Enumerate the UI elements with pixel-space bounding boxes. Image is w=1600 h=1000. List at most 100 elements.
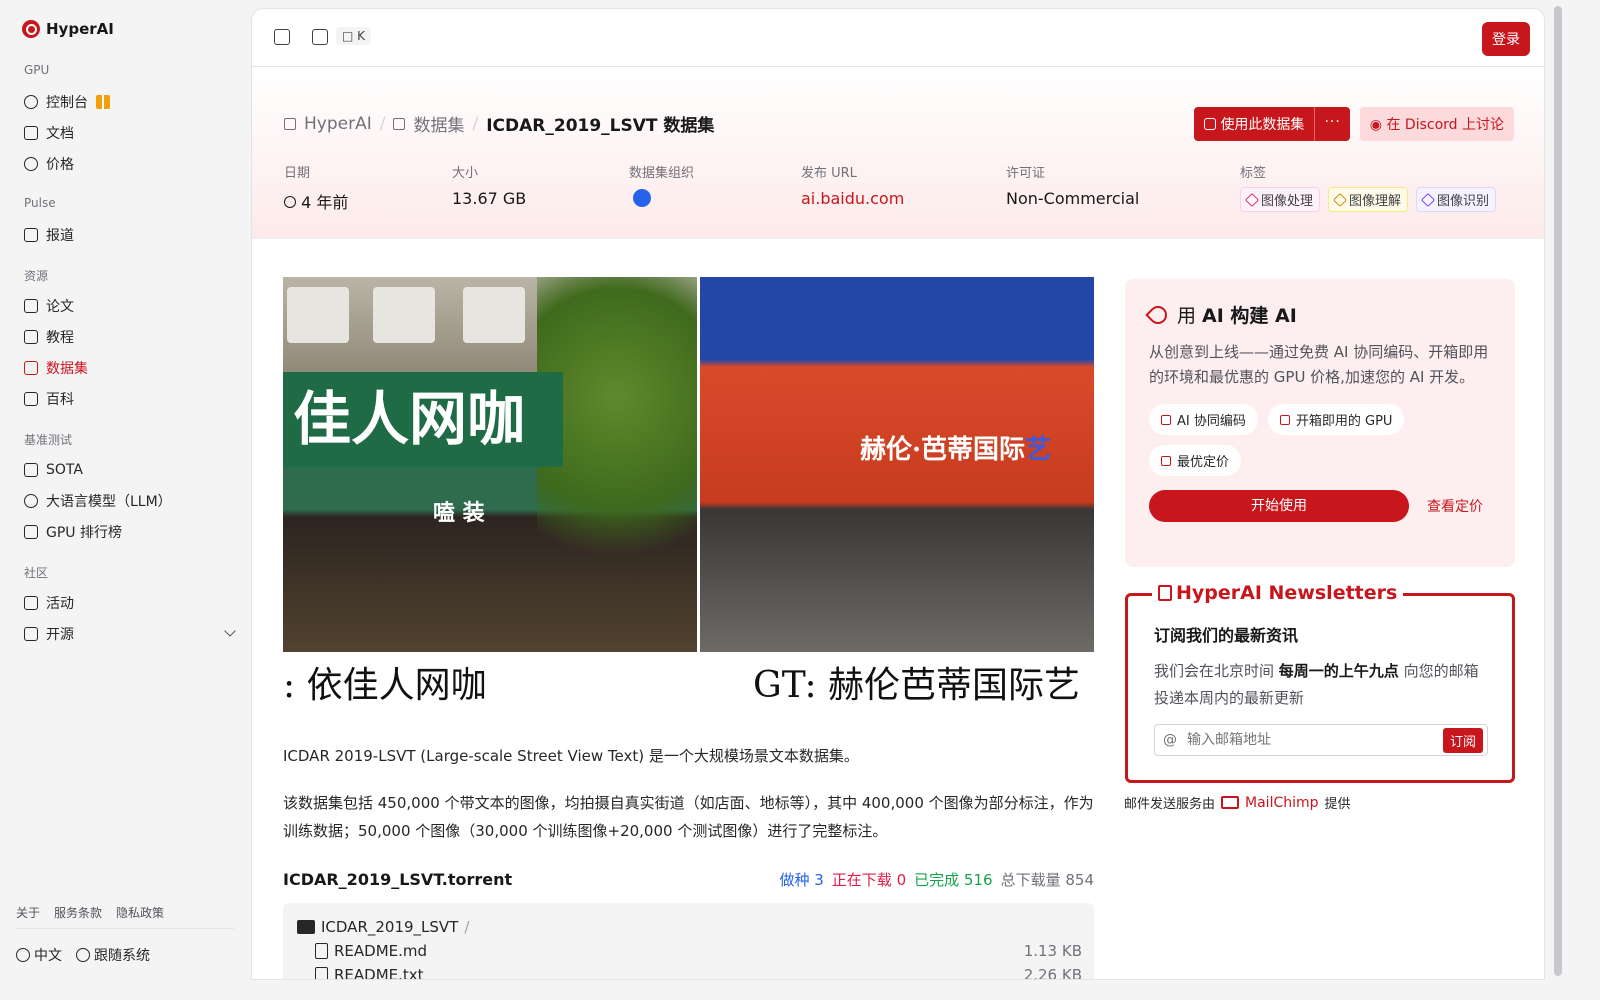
discord-button[interactable]: ◉ 在 Discord 上讨论 bbox=[1359, 107, 1514, 141]
file-tree: ICDAR_2019_LSVT / README.md 1.13 KB READM… bbox=[283, 903, 1094, 979]
promo-title-text: AI 构建 AI bbox=[1202, 305, 1297, 327]
sidebar-item-label: SOTA bbox=[46, 462, 83, 478]
about-link[interactable]: 关于 bbox=[16, 904, 40, 921]
tag-label: 图像处理 bbox=[1261, 194, 1314, 209]
home-icon bbox=[284, 117, 296, 130]
promo-title: 用 AI 构建 AI bbox=[1145, 301, 1491, 328]
sidebar-item-tutorials[interactable]: 教程 bbox=[24, 326, 234, 348]
sidebar-item-sota[interactable]: SOTA bbox=[24, 459, 234, 481]
promo-title-prefix: 用 bbox=[1177, 305, 1197, 327]
sidebar-item-news[interactable]: 报道 bbox=[24, 224, 234, 246]
file-name: README.md bbox=[334, 942, 428, 960]
air-conditioner-shape bbox=[287, 287, 349, 343]
path-slash: / bbox=[464, 918, 470, 936]
sidebar-item-papers[interactable]: 论文 bbox=[24, 295, 234, 317]
done-count: 516 bbox=[963, 871, 993, 889]
promo-description: 从创意到上线——通过免费 AI 协同编码、开箱即用的环境和最优惠的 GPU 价格… bbox=[1149, 343, 1489, 386]
sidebar-item-label: 文档 bbox=[46, 126, 74, 142]
sidebar-item-label: 百科 bbox=[46, 392, 74, 408]
sidebar-item-wiki[interactable]: 百科 bbox=[24, 388, 234, 410]
paper-icon bbox=[24, 299, 38, 313]
dataset-header: HyperAI / 数据集 / ICDAR_2019_LSVT 数据集 使用此数… bbox=[252, 67, 1544, 239]
dataset-sample-image: 佳人网咖 嗑 装 赫伦·芭蒂国际艺 : 依佳人网咖 GT: 赫伦芭蒂国际艺 bbox=[283, 277, 1094, 719]
sidebar-item-label: 教程 bbox=[46, 330, 74, 346]
subscribe-button[interactable]: 订阅 bbox=[1442, 727, 1483, 753]
downloading-label: 正在下载 bbox=[831, 871, 892, 889]
tag-image-processing[interactable]: 图像处理 bbox=[1240, 187, 1321, 212]
promo-actions: 开始使用 查看定价 bbox=[1149, 490, 1491, 522]
folder-icon bbox=[297, 920, 315, 934]
file-row[interactable]: README.md 1.13 KB bbox=[297, 939, 1082, 963]
sample-left-sign: 佳人网咖 bbox=[283, 372, 563, 467]
sidebar-item-llm[interactable]: 大语言模型（LLM） bbox=[24, 490, 234, 512]
mail-icon bbox=[1221, 796, 1240, 809]
meta-url-link[interactable]: ai.baidu.com bbox=[801, 189, 904, 208]
globe-icon bbox=[16, 948, 30, 962]
sidebar-item-console[interactable]: 控制台 bbox=[24, 91, 234, 113]
total-label: 总下载量 bbox=[1000, 871, 1061, 889]
breadcrumb-datasets[interactable]: 数据集 bbox=[413, 111, 464, 136]
rocket-small-icon bbox=[1161, 455, 1171, 466]
air-conditioner-shape bbox=[373, 287, 435, 343]
discord-label: 在 Discord 上讨论 bbox=[1386, 117, 1504, 133]
sample-left-subsign: 嗑 装 bbox=[433, 500, 485, 526]
breadcrumb-home[interactable]: HyperAI bbox=[304, 114, 372, 134]
breadcrumb-separator: / bbox=[472, 113, 479, 134]
login-button[interactable]: 登录 bbox=[1482, 22, 1530, 56]
rocket-icon bbox=[1145, 301, 1171, 328]
meta-date-label: 日期 bbox=[284, 166, 311, 181]
tag-icon bbox=[1420, 192, 1436, 207]
view-pricing-link[interactable]: 查看定价 bbox=[1427, 496, 1483, 516]
file-name-wrap: ICDAR_2019_LSVT / bbox=[297, 918, 469, 936]
use-dataset-button[interactable]: 使用此数据集 bbox=[1194, 107, 1316, 141]
newsletter-subtitle: 订阅我们的最新资讯 bbox=[1154, 626, 1299, 645]
use-dataset-group: 使用此数据集 ··· bbox=[1194, 107, 1350, 141]
app-logo[interactable]: HyperAI bbox=[22, 20, 114, 38]
file-row[interactable]: README.txt 2.26 KB bbox=[297, 963, 1082, 979]
hyperai-logo-icon bbox=[22, 20, 40, 38]
sidebar-item-gpu-leaderboard[interactable]: GPU 排行榜 bbox=[24, 521, 234, 543]
email-input[interactable] bbox=[1187, 732, 1433, 748]
sidebar-item-docs[interactable]: 文档 bbox=[24, 122, 234, 144]
scrollbar-thumb[interactable] bbox=[1554, 6, 1562, 976]
language-switcher[interactable]: 中文 bbox=[16, 945, 62, 965]
page-scrollbar[interactable] bbox=[1549, 0, 1568, 980]
feature-chip-gpu: 开箱即用的 GPU bbox=[1267, 404, 1405, 435]
tag-label: 图像识别 bbox=[1437, 194, 1490, 209]
sidebar-item-events[interactable]: 活动 bbox=[24, 592, 234, 614]
meta-url-label: 发布 URL bbox=[801, 166, 857, 181]
terms-link[interactable]: 服务条款 bbox=[54, 904, 102, 921]
baidu-paw-icon[interactable] bbox=[633, 189, 651, 207]
page-title: ICDAR_2019_LSVT 数据集 bbox=[486, 116, 715, 136]
apps-grid-icon[interactable] bbox=[312, 29, 328, 45]
meta-date-value: 4 年前 bbox=[301, 193, 349, 212]
section-title-resources: 资源 bbox=[24, 269, 49, 283]
sidebar-item-opensource[interactable]: 开源 bbox=[24, 623, 236, 645]
done-label: 已完成 bbox=[914, 871, 960, 889]
search-shortcut[interactable]: □ K bbox=[336, 27, 372, 45]
sidebar-item-label: 活动 bbox=[46, 596, 74, 612]
tag-list: 图像处理 图像理解 图像识别 bbox=[1240, 187, 1497, 212]
privacy-link[interactable]: 隐私政策 bbox=[116, 904, 164, 921]
file-row[interactable]: ICDAR_2019_LSVT / bbox=[297, 915, 1082, 939]
theme-switcher[interactable]: 跟随系统 bbox=[76, 945, 150, 965]
sidebar-toggle-icon[interactable] bbox=[274, 29, 290, 45]
at-icon: @ bbox=[1163, 732, 1177, 748]
calendar-icon bbox=[24, 596, 38, 610]
mailchimp-link[interactable]: MailChimp bbox=[1245, 795, 1319, 811]
file-name-wrap: README.txt bbox=[297, 966, 424, 979]
start-button[interactable]: 开始使用 bbox=[1149, 490, 1409, 522]
torrent-name[interactable]: ICDAR_2019_LSVT.torrent bbox=[283, 870, 512, 889]
more-options-button[interactable]: ··· bbox=[1315, 107, 1349, 141]
sidebar-item-pricing[interactable]: 价格 bbox=[24, 153, 234, 175]
meta-org-label: 数据集组织 bbox=[629, 166, 695, 181]
server-icon bbox=[1279, 414, 1290, 425]
sidebar-item-datasets[interactable]: 数据集 bbox=[24, 357, 234, 379]
feature-chip-cocoding: AI 协同编码 bbox=[1149, 404, 1258, 435]
newsletter-title: HyperAI Newsletters bbox=[1152, 582, 1404, 604]
tag-image-recognition[interactable]: 图像识别 bbox=[1416, 187, 1497, 212]
newsletter-box: HyperAI Newsletters 订阅我们的最新资讯 我们会在北京时间 每… bbox=[1125, 582, 1515, 783]
tag-image-understanding[interactable]: 图像理解 bbox=[1328, 187, 1409, 212]
chart-icon bbox=[24, 463, 38, 477]
meta-size-value: 13.67 GB bbox=[452, 189, 527, 208]
